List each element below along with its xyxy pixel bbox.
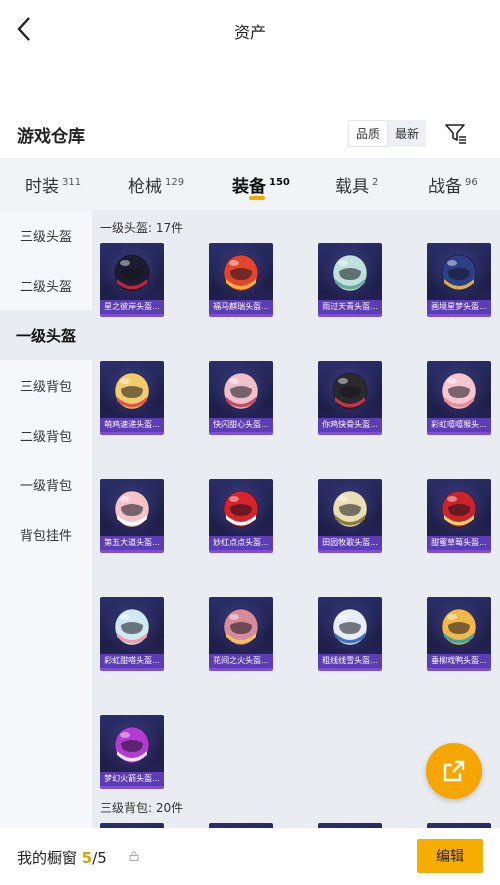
item-name: 第五大道头盔... (100, 536, 164, 550)
tab-count: 150 (269, 177, 290, 188)
sidebar-item-level3-backpack[interactable]: 三级背包 (0, 360, 92, 410)
sidebar-item-backpack-charm[interactable]: 背包挂件 (0, 509, 92, 559)
sidebar-item-level1-backpack[interactable]: 一级背包 (0, 459, 92, 509)
item-card[interactable]: 星之彼岸头盔... (100, 243, 164, 317)
tab-count: 2 (372, 177, 379, 188)
item-name: 粗线线雪头盔... (318, 654, 382, 668)
item-name: 田园牧歌头盔... (318, 536, 382, 550)
page-title: 资产 (233, 23, 266, 42)
sidebar-item-level2-backpack[interactable]: 二级背包 (0, 410, 92, 460)
tab-label: 战备 (428, 177, 462, 197)
helmet-icon (441, 254, 477, 292)
helmet-icon (332, 490, 368, 528)
helmet-icon (114, 490, 150, 528)
helmet-icon (332, 372, 368, 410)
tab-fashion[interactable]: 时装 311 (25, 172, 81, 197)
group-title: 三级背包: 20件 (100, 801, 184, 815)
helmet-icon (332, 254, 368, 292)
sidebar-item-level2-helmet[interactable]: 二级头盔 (0, 260, 92, 310)
showcase-title: 我的橱窗 (17, 849, 78, 867)
item-name: 花间之火头盔... (209, 654, 273, 668)
item-card[interactable]: 花间之火头盔... (209, 597, 273, 671)
item-card[interactable]: 田园牧歌头盔... (318, 479, 382, 553)
tab-vehicles[interactable]: 载具 2 (335, 172, 378, 197)
item-card[interactable]: 福马麒瑞头盔... (209, 243, 273, 317)
showcase-label: 我的橱窗 5/5 (17, 847, 107, 868)
item-card[interactable]: 快闪甜心头盔... (209, 361, 273, 435)
tab-count: 129 (165, 177, 185, 188)
helmet-icon (114, 726, 150, 764)
sort-toggle: 品质 最新 (348, 120, 426, 147)
item-card[interactable]: 彩虹甜嗒头盔... (100, 597, 164, 671)
share-button[interactable] (426, 743, 482, 799)
tab-supplies[interactable]: 战备 96 (428, 172, 478, 197)
sort-newest-option[interactable]: 最新 (388, 120, 426, 147)
sidebar: 三级头盔 二级头盔 一级头盔 三级背包 二级背包 一级背包 背包挂件 (0, 210, 92, 828)
item-name: 垂柳戏鸭头盔... (427, 654, 491, 668)
tab-guns[interactable]: 枪械 129 (128, 172, 184, 197)
item-name: 你鸡快骨头盔... (318, 418, 382, 432)
item-card[interactable]: 画境星梦头盔... (427, 243, 491, 317)
item-card[interactable]: 雨过天青头盔... (318, 243, 382, 317)
edit-button[interactable]: 编辑 (417, 839, 483, 873)
item-name: 快闪甜心头盔... (209, 418, 273, 432)
tab-label: 载具 (335, 177, 369, 197)
item-card[interactable]: 粗线线雪头盔... (318, 597, 382, 671)
sort-quality-option[interactable]: 品质 (348, 120, 388, 147)
helmet-icon (223, 372, 259, 410)
showcase-bar: 我的橱窗 5/5 编辑 (0, 828, 500, 885)
item-card[interactable]: 梦幻火箭头盔... (100, 715, 164, 789)
tab-label: 装备 (232, 177, 266, 197)
item-name: 画境星梦头盔... (427, 300, 491, 314)
sidebar-item-level3-helmet[interactable]: 三级头盔 (0, 210, 92, 260)
helmet-icon (223, 608, 259, 646)
showcase-current-count: 5 (81, 849, 93, 867)
showcase-total-count: /5 (92, 849, 107, 867)
sidebar-item-level1-helmet[interactable]: 一级头盔 (0, 310, 92, 360)
item-grid: 一级头盔: 17件 三级背包: 20件 星之彼岸头盔... 福马麒瑞头盔... 雨过… (92, 210, 500, 828)
helmet-icon (223, 490, 259, 528)
filter-icon[interactable] (444, 122, 468, 144)
item-name: 雨过天青头盔... (318, 300, 382, 314)
active-tab-indicator (249, 196, 265, 200)
item-card[interactable]: 彩虹嘻嘻猴头... (427, 361, 491, 435)
helmet-icon (223, 254, 259, 292)
category-tabs: 时装 311 枪械 129 装备 150 载具 2 战备 96 (0, 158, 500, 210)
item-name: 彩虹甜嗒头盔... (100, 654, 164, 668)
item-card[interactable]: 萌鸡速递头盔... (100, 361, 164, 435)
item-card[interactable]: 妙红点点头盔... (209, 479, 273, 553)
tab-count: 96 (465, 177, 478, 188)
helmet-icon (441, 372, 477, 410)
warehouse-title: 游戏仓库 (17, 127, 85, 147)
item-name: 甜蜜草莓头盔... (427, 536, 491, 550)
group-title: 一级头盔: 17件 (100, 221, 184, 235)
tab-label: 枪械 (128, 177, 162, 197)
tab-count: 311 (62, 177, 82, 188)
helmet-icon (332, 608, 368, 646)
warehouse-header: 游戏仓库 品质 最新 (0, 112, 500, 158)
share-export-icon (443, 760, 465, 782)
item-card[interactable]: 你鸡快骨头盔... (318, 361, 382, 435)
helmet-icon (441, 490, 477, 528)
item-name: 萌鸡速递头盔... (100, 418, 164, 432)
item-name: 星之彼岸头盔... (100, 300, 164, 314)
helmet-icon (114, 372, 150, 410)
tab-label: 时装 (25, 177, 59, 197)
tab-equipment[interactable]: 装备 150 (232, 172, 290, 197)
item-card[interactable]: 甜蜜草莓头盔... (427, 479, 491, 553)
top-bar: 资产 (0, 0, 500, 60)
item-name: 妙红点点头盔... (209, 536, 273, 550)
item-card[interactable]: 垂柳戏鸭头盔... (427, 597, 491, 671)
item-name: 福马麒瑞头盔... (209, 300, 273, 314)
helmet-icon (441, 608, 477, 646)
helmet-icon (114, 254, 150, 292)
helmet-icon (114, 608, 150, 646)
item-name: 彩虹嘻嘻猴头... (427, 418, 491, 432)
lock-icon (129, 851, 139, 861)
item-name: 梦幻火箭头盔... (100, 772, 164, 786)
item-card[interactable]: 第五大道头盔... (100, 479, 164, 553)
